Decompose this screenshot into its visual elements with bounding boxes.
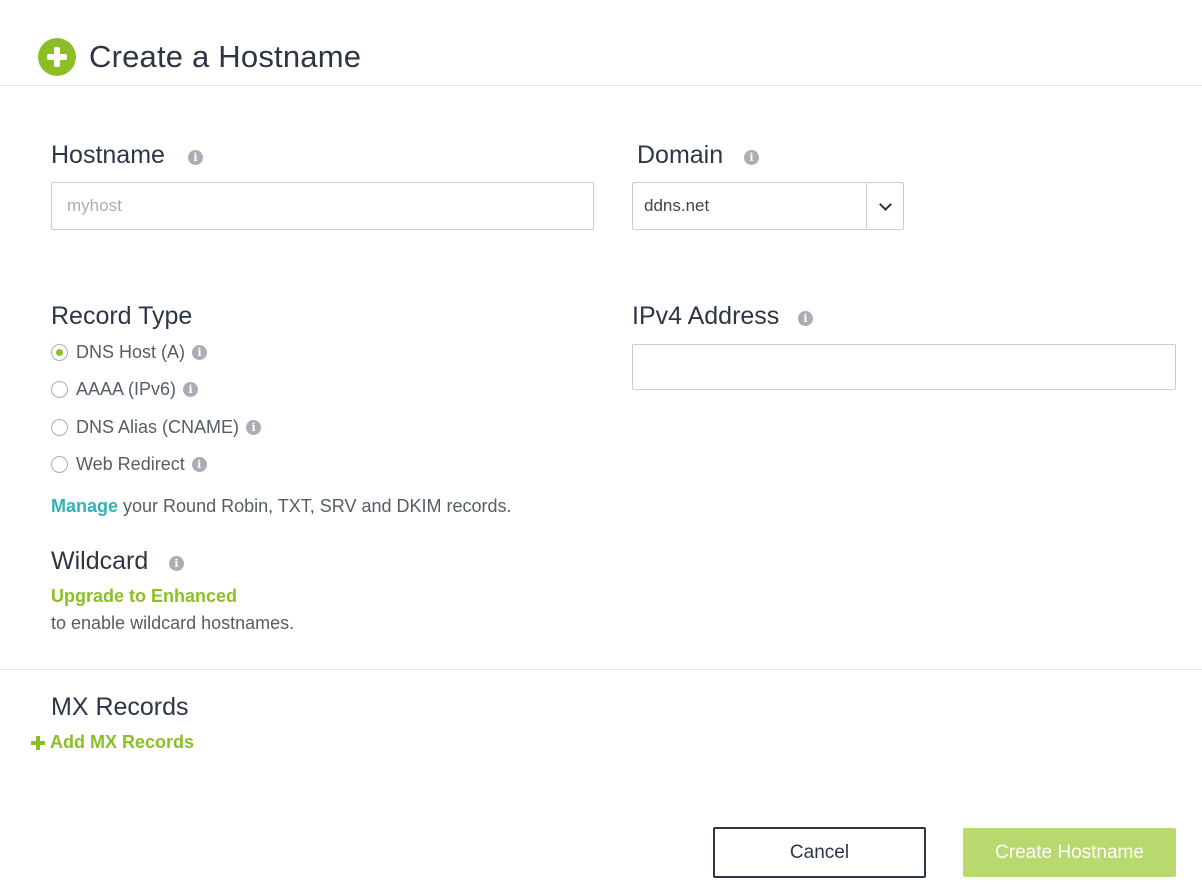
radio-aaaa-ipv6[interactable] xyxy=(51,380,68,398)
info-icon[interactable]: i xyxy=(191,456,207,472)
info-icon[interactable]: i xyxy=(192,344,208,360)
add-mx-records-label: Add MX Records xyxy=(50,732,195,752)
wildcard-info-icon[interactable]: i xyxy=(169,556,184,571)
domain-info-icon[interactable]: i xyxy=(744,150,759,165)
create-hostname-button[interactable]: Create Hostname xyxy=(963,828,1176,877)
wildcard-label: Wildcard xyxy=(51,547,149,575)
info-icon[interactable]: i xyxy=(183,381,199,397)
domain-label: Domain xyxy=(637,141,724,169)
info-icon[interactable]: i xyxy=(246,419,262,435)
section-divider xyxy=(0,669,1202,670)
record-type-option-a[interactable]: DNS Host (A) i xyxy=(51,341,208,363)
radio-label: DNS Host (A) xyxy=(76,341,186,362)
hostname-info-icon[interactable]: i xyxy=(188,150,203,165)
radio-label: AAAA (IPv6) xyxy=(76,378,177,399)
cancel-button[interactable]: Cancel xyxy=(713,827,926,878)
ipv4-label: IPv4 Address xyxy=(632,302,780,330)
add-mx-records-link[interactable]: Add MX Records xyxy=(31,732,194,753)
radio-dns-host-a[interactable] xyxy=(51,343,68,361)
domain-select[interactable]: ddns.net xyxy=(632,182,904,230)
plus-icon xyxy=(31,735,45,750)
record-type-option-aaaa[interactable]: AAAA (IPv6) i xyxy=(51,378,199,400)
hostname-label: Hostname xyxy=(51,141,165,169)
wildcard-description: to enable wildcard hostnames. xyxy=(51,613,295,633)
header-divider xyxy=(0,85,1202,86)
domain-select-separator xyxy=(866,183,867,229)
mx-records-label: MX Records xyxy=(51,693,189,721)
domain-selected-value: ddns.net xyxy=(644,196,710,215)
manage-link[interactable]: Manage xyxy=(51,496,118,516)
page-title: Create a Hostname xyxy=(89,39,362,74)
radio-dns-alias-cname[interactable] xyxy=(51,418,68,436)
record-type-option-redirect[interactable]: Web Redirect i xyxy=(51,453,207,475)
radio-label: Web Redirect xyxy=(76,453,185,474)
ipv4-input[interactable] xyxy=(632,344,1176,390)
chevron-down-icon[interactable] xyxy=(879,198,892,211)
radio-label: DNS Alias (CNAME) xyxy=(76,416,240,437)
ipv4-info-icon[interactable]: i xyxy=(798,311,813,326)
upgrade-to-enhanced-link[interactable]: Upgrade to Enhanced xyxy=(51,586,237,607)
radio-web-redirect[interactable] xyxy=(51,455,68,473)
manage-records-description: your Round Robin, TXT, SRV and DKIM reco… xyxy=(118,496,512,516)
record-type-option-cname[interactable]: DNS Alias (CNAME) i xyxy=(51,416,262,438)
hostname-input[interactable] xyxy=(51,182,594,230)
record-type-label: Record Type xyxy=(51,302,193,330)
manage-records-text: Manage your Round Robin, TXT, SRV and DK… xyxy=(51,496,512,517)
plus-circle-icon xyxy=(38,38,76,76)
